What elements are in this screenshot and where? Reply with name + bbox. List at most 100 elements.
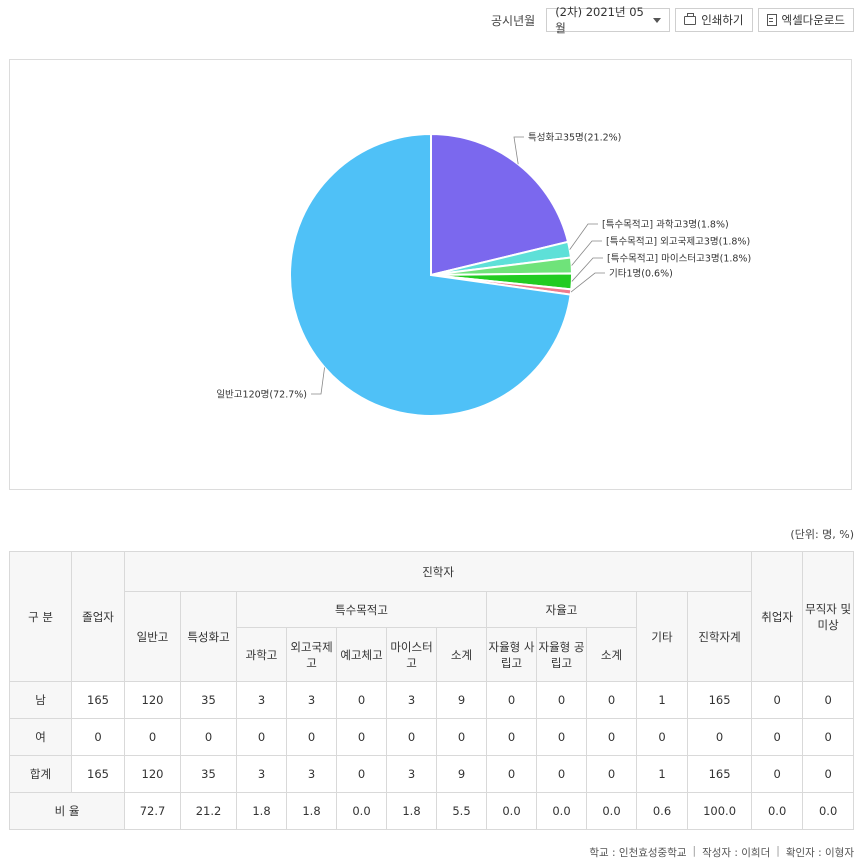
- footer-school: 학교 : 인천효성중학교: [589, 847, 687, 859]
- excel-button-label: 엑셀다운로드: [781, 13, 845, 27]
- header-employed: 취업자: [751, 551, 804, 682]
- excel-download-button[interactable]: 엑셀다운로드: [757, 8, 854, 32]
- table-cell: 1: [636, 755, 688, 793]
- table-cell: 0: [536, 681, 587, 719]
- ratio-cell: 21.2: [180, 792, 237, 830]
- table-cell: 120: [124, 755, 181, 793]
- table-cell: 0: [436, 718, 487, 756]
- slice-label: 특성화고35명(21.2%): [528, 133, 621, 144]
- table-cell: 0: [236, 718, 287, 756]
- table-cell: 3: [286, 681, 337, 719]
- table-cell: 165: [686, 681, 753, 719]
- table-cell: 0: [336, 755, 387, 793]
- header-unemployed: 무직자 및 미상: [802, 551, 855, 682]
- ratio-cell: 100.0: [686, 792, 753, 830]
- slice-label: 기타1명(0.6%): [609, 269, 673, 280]
- ratio-cell: 5.5: [436, 792, 487, 830]
- table-cell: 3: [386, 681, 437, 719]
- table-cell: 0: [802, 681, 855, 719]
- table-cell: 9: [436, 681, 487, 719]
- table-row: 합계 165 120 35 3 3 0 3 9 0 0 0 1 165 0 0: [9, 755, 855, 793]
- table-cell: 3: [386, 755, 437, 793]
- header-public: 자율형 공립고: [536, 627, 587, 682]
- chevron-down-icon: [653, 17, 662, 23]
- row-label: 여: [9, 718, 72, 756]
- period-label: 공시년월: [491, 13, 536, 28]
- table-cell: 0: [636, 718, 688, 756]
- table-row-ratio: 비 율 72.7 21.2 1.8 1.8 0.0 1.8 5.5 0.0 0.0 0.0 0.6 10…: [9, 792, 855, 830]
- footer: 학교 : 인천효성중학교 | 작성자 : 이희더 | 확인자 : 이형자: [589, 845, 854, 860]
- document-icon: [766, 14, 777, 26]
- print-button[interactable]: 인쇄하기: [675, 8, 753, 32]
- pie-chart: 특성화고35명(21.2%) [특수목적고] 과학고3명(1.8%) [특수목적고]…: [216, 133, 751, 417]
- table-cell: 0: [751, 755, 804, 793]
- header-advance: 진학자: [123, 551, 753, 592]
- footer-separator: |: [776, 845, 780, 857]
- pie-chart-panel: 특성화고35명(21.2%) [특수목적고] 과학고3명(1.8%) [특수목적고]…: [9, 59, 852, 490]
- ratio-cell: 1.8: [286, 792, 337, 830]
- header-general: 일반고: [124, 591, 181, 682]
- table-cell: 0: [180, 718, 237, 756]
- header-autonomous: 자율고: [486, 591, 637, 628]
- printer-icon: [684, 12, 697, 25]
- ratio-cell: 1.8: [236, 792, 287, 830]
- footer-separator: |: [692, 845, 697, 857]
- header-science: 과학고: [236, 627, 287, 682]
- table-cell: 0: [486, 718, 537, 756]
- table-cell: 0: [586, 755, 637, 793]
- header-arts: 예고체고: [336, 627, 387, 682]
- period-select[interactable]: (2차) 2021년 05월: [546, 5, 671, 35]
- ratio-cell: 0.0: [751, 792, 804, 830]
- table-cell: 35: [180, 755, 237, 793]
- slice-label: [특수목적고] 과학고3명(1.8%): [602, 219, 729, 231]
- slice-leader-line: [570, 272, 605, 293]
- table-cell: 0: [586, 681, 637, 719]
- header-advance-total: 진학자계: [686, 591, 753, 682]
- row-label: 남: [9, 681, 72, 719]
- statistics-table: 구 분 졸업자 진학자 취업자 무직자 및 미상 일반고 특성화고 특수목적고 …: [9, 551, 855, 830]
- table-cell: 165: [686, 755, 753, 793]
- footer-writer: 작성자 : 이희더: [702, 847, 771, 859]
- footer-checker: 확인자 : 이형자: [785, 847, 854, 859]
- table-cell: 35: [180, 681, 237, 719]
- slice-leader-line: [311, 367, 325, 395]
- row-label: 합계: [9, 755, 72, 793]
- ratio-cell: 0.0: [536, 792, 587, 830]
- table-cell: 0: [286, 718, 337, 756]
- table-cell: 0: [802, 718, 855, 756]
- toolbar: 공시년월 (2차) 2021년 05월 인쇄하기 엑셀다운로드: [491, 5, 854, 35]
- table-cell: 0: [386, 718, 437, 756]
- header-meister: 마이스터고: [386, 627, 437, 682]
- header-category: 구 분: [9, 551, 72, 682]
- slice-leader-line: [571, 240, 602, 266]
- table-cell: 0: [802, 755, 855, 793]
- slice-label: [특수목적고] 마이스터고3명(1.8%): [607, 253, 751, 265]
- table-cell: 3: [286, 755, 337, 793]
- table-cell: 0: [686, 718, 753, 756]
- slice-leader-line: [571, 257, 603, 282]
- ratio-cell: 0.0: [486, 792, 537, 830]
- ratio-cell: 0.0: [802, 792, 855, 830]
- header-subtotal-autonomous: 소계: [586, 627, 637, 682]
- header-other: 기타: [636, 591, 688, 682]
- ratio-cell: 0.6: [636, 792, 688, 830]
- table-cell: 0: [486, 681, 537, 719]
- slice-label: 일반고120명(72.7%): [216, 390, 307, 401]
- table-cell: 0: [586, 718, 637, 756]
- table-cell: 1: [636, 681, 688, 719]
- ratio-cell: 72.7: [124, 792, 181, 830]
- ratio-cell: 0.0: [336, 792, 387, 830]
- table-body: 남 165 120 35 3 3 0 3 9 0 0 0 1 165 0 0 여 0 0 0 0 0 0 0 0 0 0 0 0 0 0 0 합…: [9, 681, 855, 830]
- table-row: 남 165 120 35 3 3 0 3 9 0 0 0 1 165 0 0: [9, 681, 855, 719]
- table-cell: 0: [336, 718, 387, 756]
- table-cell: 0: [486, 755, 537, 793]
- table-cell: 0: [124, 718, 181, 756]
- unit-note: (단위: 명, %): [790, 528, 854, 541]
- table-cell: 165: [71, 681, 125, 719]
- slice-leader-line: [569, 223, 598, 250]
- header-special: 특성화고: [180, 591, 237, 682]
- header-foreign: 외고국제고: [286, 627, 337, 682]
- ratio-cell: 0.0: [586, 792, 637, 830]
- header-graduates: 졸업자: [71, 551, 125, 682]
- print-button-label: 인쇄하기: [701, 13, 744, 27]
